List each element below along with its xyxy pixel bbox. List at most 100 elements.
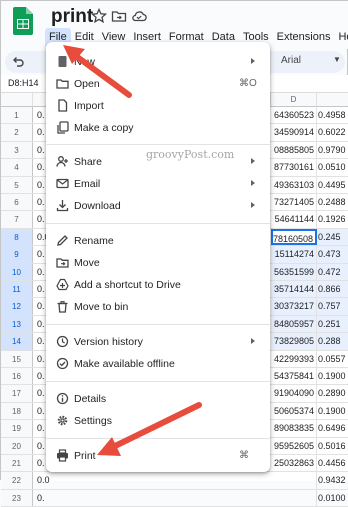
font-family-select[interactable]: Arial [281, 55, 301, 66]
row-number[interactable]: 12 [1, 298, 33, 315]
cell-d[interactable]: 50605374 [271, 402, 317, 420]
cell-e[interactable]: 0.866 [317, 281, 348, 298]
cell-d[interactable]: 25032863 [271, 455, 317, 472]
cell-d[interactable]: 91904090 [271, 385, 317, 402]
move-folder-icon[interactable] [111, 8, 127, 24]
menu-item-offline[interactable]: Make available offline [46, 353, 270, 375]
row-number[interactable]: 4 [1, 159, 33, 176]
column-header-e[interactable] [317, 93, 348, 107]
column-header-d[interactable]: D [271, 93, 317, 107]
cell-a[interactable]: 0. [37, 333, 45, 350]
menu-item-new[interactable]: New [46, 51, 270, 73]
menu-item-version-history[interactable]: Version history [46, 331, 270, 353]
menu-item-make-copy[interactable]: Make a copy [46, 117, 270, 139]
row-number[interactable]: 5 [1, 176, 33, 193]
cell-d[interactable]: 73271405 [271, 194, 317, 211]
row-number[interactable]: 7 [1, 211, 33, 228]
cloud-saved-icon[interactable] [131, 8, 147, 24]
cell-a[interactable]: 0. [37, 368, 45, 385]
cell-e[interactable]: 0.472 [317, 263, 348, 280]
cell-d[interactable]: 49363103 [271, 176, 317, 193]
cell-d[interactable]: 35714144 [271, 281, 317, 298]
name-box[interactable]: D8:H14 [8, 78, 39, 88]
cell-e[interactable]: 0.0510 [317, 159, 348, 175]
cell-a[interactable]: 0.0 [37, 472, 50, 489]
menu-item-move-to-bin[interactable]: Move to bin [46, 296, 270, 318]
cell-d[interactable]: 30373217 [271, 298, 317, 315]
menu-item-download[interactable]: Download [46, 195, 270, 217]
cell-a[interactable]: 0. [37, 490, 45, 507]
cell-a[interactable]: 0. [37, 351, 45, 368]
cell-d[interactable]: 56351599 [271, 263, 317, 280]
cell-e[interactable]: 0.9432 [317, 472, 348, 488]
row-number[interactable]: 8 [1, 228, 33, 246]
sheets-logo-icon[interactable] [13, 7, 33, 35]
row-number[interactable]: 17 [1, 385, 33, 402]
row-number[interactable]: 19 [1, 420, 33, 437]
cell-e[interactable]: 0.251 [317, 315, 348, 333]
cell-a[interactable]: 0. [37, 246, 45, 263]
row-number[interactable]: 16 [1, 368, 33, 385]
cell-a[interactable]: 0. [37, 455, 45, 472]
menu-extensions[interactable]: Extensions [273, 28, 335, 48]
cell-a[interactable]: 0. [37, 281, 45, 298]
cell-e[interactable]: 0.4456 [317, 455, 348, 471]
row-number[interactable]: 9 [1, 246, 33, 263]
row-number[interactable]: 14 [1, 333, 33, 350]
cell-d[interactable]: 95952605 [271, 437, 317, 454]
cell-e[interactable]: 0.5016 [317, 438, 348, 454]
cell-d[interactable]: 08885805 [271, 141, 317, 159]
cell-d[interactable]: 54375841 [271, 368, 317, 385]
cell-a[interactable]: 0. [37, 142, 45, 159]
menu-item-add-shortcut[interactable]: Add a shortcut to Drive [46, 274, 270, 296]
cell-e[interactable]: 0.1900 [317, 368, 348, 384]
menu-item-details[interactable]: Details [46, 388, 270, 410]
undo-icon[interactable] [11, 55, 25, 69]
cell-e[interactable]: 0.1900 [317, 403, 348, 419]
cell-e[interactable]: 0.4495 [317, 177, 348, 193]
table-row[interactable]: 22 0.0 0.9432 [1, 472, 348, 490]
cell-d[interactable]: 64360523 [271, 107, 317, 124]
cell-e[interactable]: 0.4958 [317, 107, 348, 123]
select-all-corner[interactable] [1, 93, 33, 107]
cell-d[interactable]: 87730161 [271, 159, 317, 176]
cell-e[interactable]: 0.9790 [317, 142, 348, 158]
document-title[interactable]: print [51, 6, 93, 28]
cell-a[interactable]: 0. [37, 298, 45, 315]
cell-a[interactable]: 0. [37, 194, 45, 211]
cell-e[interactable]: 0.0100 [317, 490, 348, 506]
star-icon[interactable] [91, 8, 107, 24]
menu-item-open[interactable]: Open ⌘O [46, 73, 270, 95]
row-number[interactable]: 11 [1, 281, 33, 298]
cell-e[interactable]: 0.2890 [317, 385, 348, 401]
cell-a[interactable]: 0. [37, 403, 45, 420]
cell-a[interactable]: 0. [37, 438, 45, 455]
row-number[interactable]: 1 [1, 107, 33, 124]
menu-item-move[interactable]: Move [46, 252, 270, 274]
row-number[interactable]: 23 [1, 489, 33, 507]
row-number[interactable]: 10 [1, 263, 33, 280]
table-row[interactable]: 23 0. 0.0100 [1, 489, 348, 507]
menu-help[interactable]: He [334, 28, 348, 48]
cell-e[interactable]: 0.6496 [317, 420, 348, 436]
cell-e[interactable]: 0.0557 [317, 351, 348, 367]
menu-item-email[interactable]: Email [46, 173, 270, 195]
cell-d[interactable]: 89083835 [271, 420, 317, 437]
menu-item-settings[interactable]: Settings [46, 410, 270, 432]
cell-a[interactable]: 0. [37, 177, 45, 194]
row-number[interactable]: 6 [1, 194, 33, 211]
cell-e[interactable]: 0.288 [317, 333, 348, 350]
cell-d[interactable] [271, 472, 317, 489]
cell-e[interactable]: 0.757 [317, 298, 348, 315]
cell-a[interactable]: 0. [37, 124, 45, 141]
cell-e[interactable]: 0.473 [317, 246, 348, 263]
row-number[interactable]: 15 [1, 350, 33, 367]
cell-a[interactable]: 0. [37, 316, 45, 333]
cell-e[interactable]: 0.245 [317, 228, 348, 246]
cell-d[interactable]: 84805957 [271, 315, 317, 333]
cell-e[interactable]: 0.1926 [317, 211, 348, 227]
cell-a[interactable]: 0. [37, 264, 45, 281]
cell-a[interactable]: 0. [37, 211, 45, 228]
cell-d[interactable]: 73829805 [271, 333, 317, 350]
row-number[interactable]: 2 [1, 124, 33, 141]
